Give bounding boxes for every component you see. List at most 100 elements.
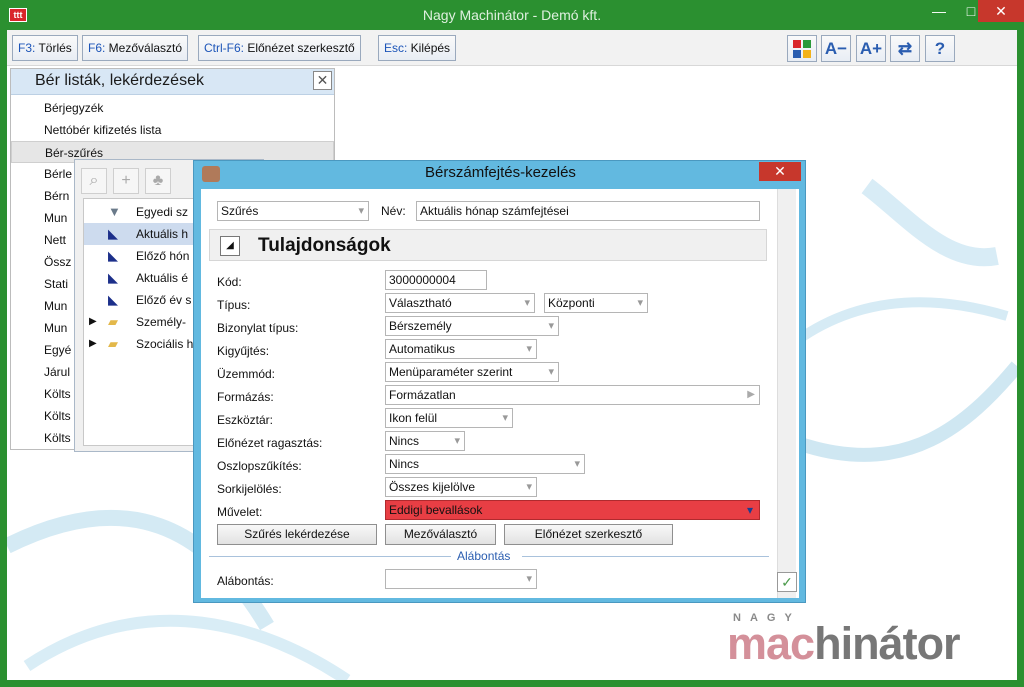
name-label: Név: (381, 204, 406, 218)
add-icon[interactable]: + (113, 168, 139, 194)
section-title: Tulajdonságok (258, 235, 391, 256)
properties-section: ◢ Tulajdonságok (209, 229, 767, 261)
tree-item-label: Előző hón (136, 249, 190, 263)
subsection-title: Alábontás (457, 549, 511, 563)
dialog-body: Szűrés Név: Aktuális hónap számfejtései … (201, 189, 799, 598)
list-item[interactable]: Nettóbér kifizetés lista (11, 119, 334, 141)
preview-paste-combo[interactable]: Nincs (385, 431, 465, 451)
column-shrink-combo[interactable]: Nincs (385, 454, 585, 474)
logo-part1: mac (727, 618, 815, 669)
panel-header: Bér listák, lekérdezések ✕ (11, 69, 334, 95)
shortcut-key: Esc: (384, 41, 408, 55)
panel-title: Bér listák, lekérdezések (35, 72, 204, 89)
expand-arrow-icon[interactable]: ▶ (89, 333, 97, 355)
shortcut-key: F6: (88, 41, 106, 55)
client-area: F3: Törlés F6: Mezőválasztó Ctrl-F6: Elő… (7, 30, 1017, 680)
code-label: Kód: (217, 275, 242, 289)
field-selector-dialog-button[interactable]: Mezőválasztó (385, 524, 496, 545)
main-toolbar: F3: Törlés F6: Mezőválasztó Ctrl-F6: Elő… (7, 30, 1017, 66)
filter-query-icon: ◣ (108, 226, 118, 241)
tree-icon[interactable]: ♣ (145, 168, 171, 194)
button-label: Előnézet szerkesztő (244, 41, 355, 55)
switch-arrows-icon[interactable]: ⇄ (890, 35, 920, 62)
name-input[interactable]: Aktuális hónap számfejtései (416, 201, 760, 221)
query-filter-button[interactable]: Szűrés lekérdezése (217, 524, 377, 545)
font-larger-glyph: A (859, 39, 873, 58)
delete-button[interactable]: F3: Törlés (12, 35, 78, 61)
filter-query-icon: ◣ (108, 270, 118, 285)
logo-text: machinátor (727, 618, 961, 670)
breakdown-combo[interactable] (385, 569, 537, 589)
tree-item-label: Egyedi sz (136, 205, 189, 219)
shortcut-key: F3: (18, 41, 36, 55)
expand-arrow-icon[interactable]: ▶ (89, 311, 97, 333)
font-smaller-glyph: A (824, 39, 838, 58)
operation-label: Művelet: (217, 505, 263, 519)
theme-tiles-icon[interactable] (787, 35, 817, 62)
code-input[interactable]: 3000000004 (385, 270, 487, 290)
tree-item-label: Szociális h (136, 337, 194, 351)
exit-button[interactable]: Esc: Kilépés (378, 35, 457, 61)
column-shrink-label: Oszlopszűkítés: (217, 459, 302, 473)
dialog-title: Bérszámfejtés-kezelés (425, 164, 576, 181)
font-larger-icon[interactable]: A+ (856, 35, 886, 62)
row-selection-label: Sorkijelölés: (217, 482, 282, 496)
button-label: Törlés (35, 41, 72, 55)
type-combo[interactable]: Választható (385, 293, 535, 313)
app-window: ttt Nagy Machinátor - Demó kft. — □ ✕ F3… (0, 0, 1024, 687)
formatting-label: Formázás: (217, 390, 274, 404)
tree-item-label: Aktuális é (136, 271, 189, 285)
type-select[interactable]: Szűrés (217, 201, 369, 221)
funnel-icon: ▼ (108, 204, 121, 219)
type-label: Típus: (217, 298, 251, 312)
button-label: Kilépés (407, 41, 451, 55)
operation-combo[interactable]: Eddigi bevallások (385, 500, 760, 520)
title-bar[interactable]: ttt Nagy Machinátor - Demó kft. — □ ✕ (0, 0, 1024, 30)
collection-combo[interactable]: Automatikus (385, 339, 537, 359)
mode-combo[interactable]: Menüparaméter szerint (385, 362, 559, 382)
toolbar-combo[interactable]: Ikon felül (385, 408, 513, 428)
search-icon[interactable]: ⌕ (81, 168, 107, 194)
collapse-icon[interactable]: ◢ (220, 236, 240, 256)
preview-editor-dialog-button[interactable]: Előnézet szerkesztő (504, 524, 673, 545)
brand-logo: NAGY machinátor (727, 612, 987, 672)
filter-query-icon: ◣ (108, 292, 118, 307)
help-icon[interactable]: ? (925, 35, 955, 62)
row-selection-combo[interactable]: Összes kijelölve (385, 477, 537, 497)
panel-close-icon[interactable]: ✕ (313, 71, 332, 90)
font-smaller-icon[interactable]: A− (821, 35, 851, 62)
breakdown-label: Alábontás: (217, 574, 274, 588)
collection-label: Kigyűjtés: (217, 344, 270, 358)
document-type-combo[interactable]: Bérszemély (385, 316, 559, 336)
preview-paste-label: Előnézet ragasztás: (217, 436, 323, 450)
button-label: Mezőválasztó (105, 41, 183, 55)
logo-part2: hinátor (814, 618, 960, 669)
formatting-value: Formázatlan (389, 388, 456, 402)
dialog-scrollbar[interactable] (777, 189, 796, 598)
list-item[interactable]: Bérjegyzék (11, 97, 334, 119)
help-glyph: ? (934, 39, 946, 58)
formatting-field[interactable]: Formázatlan ▶ (385, 385, 760, 405)
filter-query-icon: ◣ (108, 248, 118, 263)
folder-icon: ▰ (108, 336, 118, 351)
payroll-management-dialog: Bérszámfejtés-kezelés ✕ Szűrés Név: Aktu… (193, 160, 806, 603)
chevron-right-icon[interactable]: ▶ (747, 386, 755, 404)
window-title: Nagy Machinátor - Demó kft. (422, 7, 602, 23)
dialog-close-button[interactable]: ✕ (759, 162, 801, 181)
tree-item-label: Előző év s (136, 293, 192, 307)
divider-right (522, 556, 769, 557)
scope-combo[interactable]: Központi (544, 293, 648, 313)
toolbar-label: Eszköztár: (217, 413, 274, 427)
minimize-button[interactable]: — (922, 0, 956, 22)
confirm-check-icon[interactable]: ✓ (777, 572, 797, 592)
shortcut-key: Ctrl-F6: (204, 41, 244, 55)
field-selector-button[interactable]: F6: Mezőválasztó (82, 35, 189, 61)
divider-left (209, 556, 451, 557)
preview-editor-button[interactable]: Ctrl-F6: Előnézet szerkesztő (198, 35, 361, 61)
mode-label: Üzemmód: (217, 367, 276, 381)
tree-item-label: Személy- (136, 315, 187, 329)
tree-item-label: Aktuális h (136, 227, 189, 241)
close-button[interactable]: ✕ (978, 0, 1024, 22)
folder-icon: ▰ (108, 314, 118, 329)
document-type-label: Bizonylat típus: (217, 321, 299, 335)
